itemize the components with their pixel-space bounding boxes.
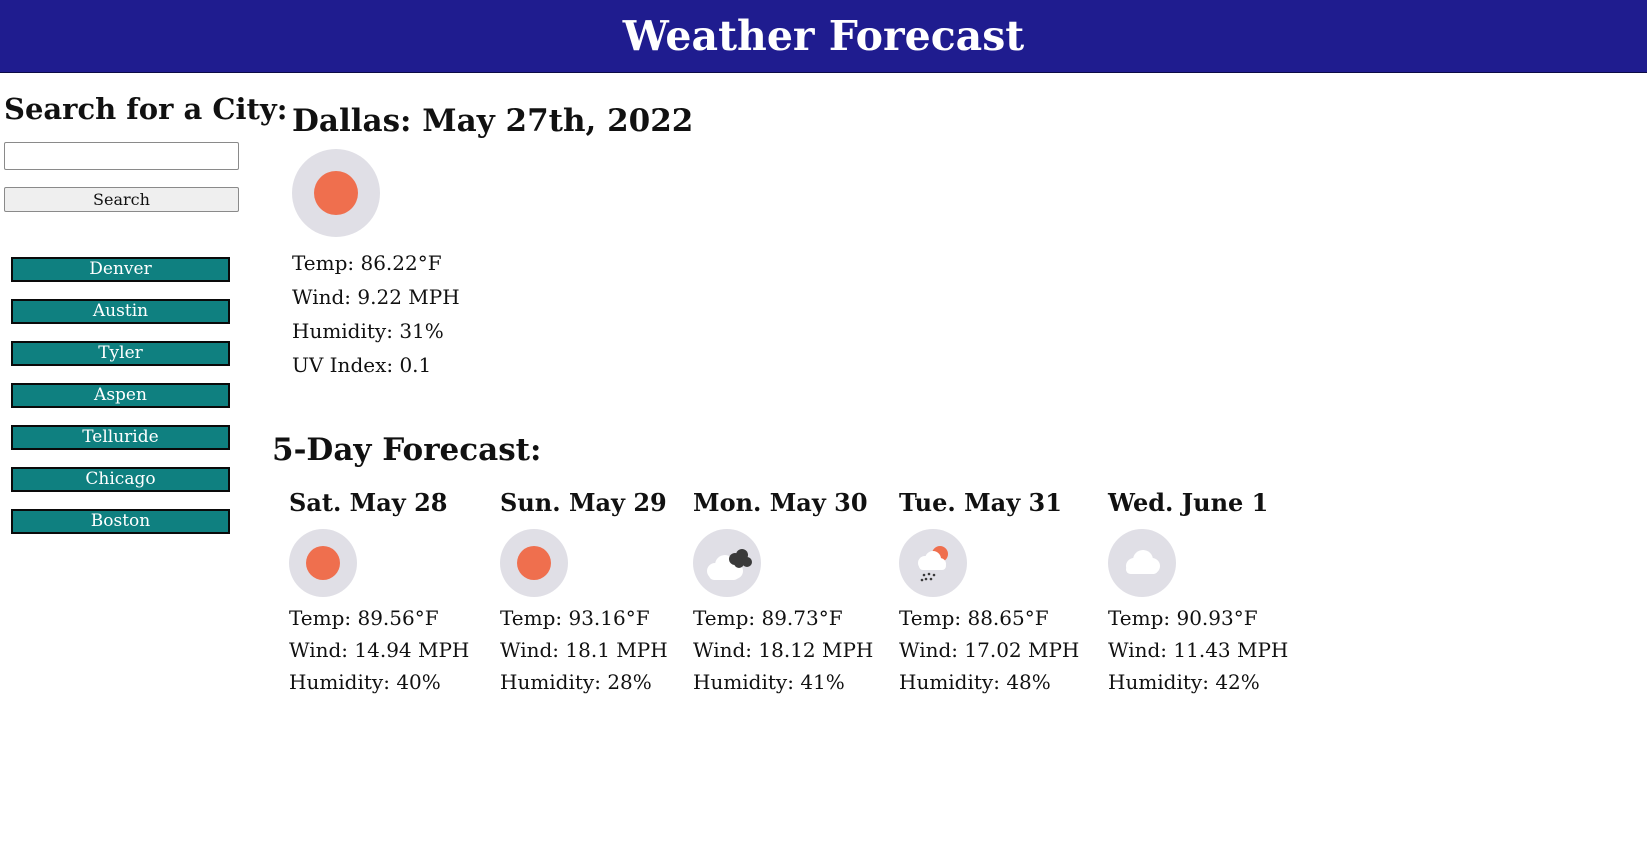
current-city-date: Dallas: May 27th, 2022 [292,103,694,139]
city-button-austin[interactable]: Austin [11,299,230,324]
sun-icon [500,529,568,597]
sun-rain-cloud-icon [899,529,967,597]
forecast-date: Wed. June 1 [1108,488,1269,517]
forecast-temp: Temp: 93.16°F [500,606,650,630]
forecast-card: Tue. May 31 Temp: 88.65°F Wind: 17.02 MP… [899,488,1079,698]
forecast-wind: Wind: 17.02 MPH [899,638,1080,662]
forecast-humidity: Humidity: 28% [500,670,652,694]
forecast-date: Sat. May 28 [289,488,448,517]
forecast-temp: Temp: 89.73°F [693,606,843,630]
forecast-wind: Wind: 14.94 MPH [289,638,470,662]
city-button-tyler[interactable]: Tyler [11,341,230,366]
cloud-icon [1108,529,1176,597]
forecast-humidity: Humidity: 48% [899,670,1051,694]
sun-icon [292,149,380,237]
search-button[interactable]: Search [4,187,239,212]
current-uv-index: UV Index: 0.1 [292,353,432,377]
page-header: Weather Forecast [0,0,1647,73]
forecast-card: Wed. June 1 Temp: 90.93°F Wind: 11.43 MP… [1108,488,1288,698]
forecast-heading: 5-Day Forecast: [272,432,542,468]
forecast-temp: Temp: 89.56°F [289,606,439,630]
city-history-list: Denver Austin Tyler Aspen Telluride Chic… [11,257,230,551]
forecast-wind: Wind: 18.1 MPH [500,638,668,662]
search-heading: Search for a City: [4,92,288,126]
city-search-input[interactable] [4,142,239,170]
current-temp: Temp: 86.22°F [292,251,442,275]
forecast-date: Mon. May 30 [693,488,868,517]
forecast-date: Tue. May 31 [899,488,1062,517]
city-button-telluride[interactable]: Telluride [11,425,230,450]
current-humidity: Humidity: 31% [292,319,444,343]
forecast-humidity: Humidity: 41% [693,670,845,694]
forecast-date: Sun. May 29 [500,488,667,517]
dark-cloud-icon [693,529,761,597]
sidebar: Search for a City: Search Denver Austin … [4,92,288,534]
forecast-humidity: Humidity: 42% [1108,670,1260,694]
forecast-temp: Temp: 90.93°F [1108,606,1258,630]
forecast-temp: Temp: 88.65°F [899,606,1049,630]
forecast-card: Mon. May 30 Temp: 89.73°F Wind: 18.12 MP… [693,488,873,698]
city-button-denver[interactable]: Denver [11,257,230,282]
forecast-wind: Wind: 18.12 MPH [693,638,874,662]
current-wind: Wind: 9.22 MPH [292,285,460,309]
forecast-wind: Wind: 11.43 MPH [1108,638,1289,662]
page-title: Weather Forecast [622,12,1025,60]
city-button-chicago[interactable]: Chicago [11,467,230,492]
sun-icon [289,529,357,597]
forecast-card: Sun. May 29 Temp: 93.16°F Wind: 18.1 MPH… [500,488,668,698]
forecast-humidity: Humidity: 40% [289,670,441,694]
city-button-aspen[interactable]: Aspen [11,383,230,408]
city-button-boston[interactable]: Boston [11,509,230,534]
forecast-card: Sat. May 28 Temp: 89.56°F Wind: 14.94 MP… [289,488,469,698]
current-weather: Dallas: May 27th, 2022 Temp: 86.22°F Win… [292,103,693,382]
